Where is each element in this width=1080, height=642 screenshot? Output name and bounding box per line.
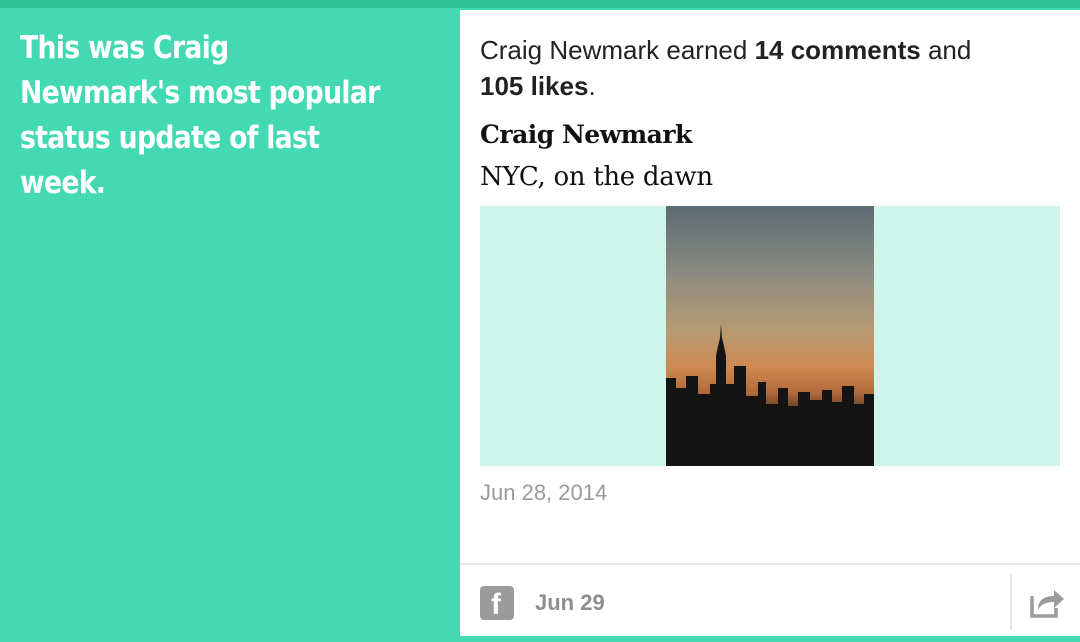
status-card: Craig Newmark earned 14 comments and 105 … (460, 10, 1080, 636)
summary-suffix: . (588, 71, 596, 101)
headline: This was Craig Newmark's most popular st… (20, 30, 380, 201)
share-icon[interactable] (1026, 582, 1066, 622)
likes-count: 105 likes (480, 71, 589, 101)
share-divider (1010, 574, 1012, 630)
bottom-accent-bar (460, 636, 1080, 642)
top-accent-bar (0, 0, 1080, 8)
engagement-summary: Craig Newmark earned 14 comments and 105 … (480, 32, 1060, 104)
skyline-silhouette (666, 324, 874, 466)
footer-divider (460, 563, 1080, 565)
left-panel: This was Craig Newmark's most popular st… (0, 8, 460, 642)
post-image-frame (480, 206, 1060, 466)
comments-count: 14 comments (754, 35, 921, 65)
facebook-icon[interactable]: f (480, 586, 514, 621)
post-text: NYC, on the dawn (480, 162, 713, 192)
post-image[interactable] (666, 206, 874, 466)
post-author[interactable]: Craig Newmark (480, 120, 692, 149)
summary-middle: and (920, 35, 972, 65)
summary-prefix: Craig Newmark earned (480, 35, 755, 65)
post-date: Jun 28, 2014 (480, 480, 608, 505)
footer-date: Jun 29 (535, 590, 605, 615)
